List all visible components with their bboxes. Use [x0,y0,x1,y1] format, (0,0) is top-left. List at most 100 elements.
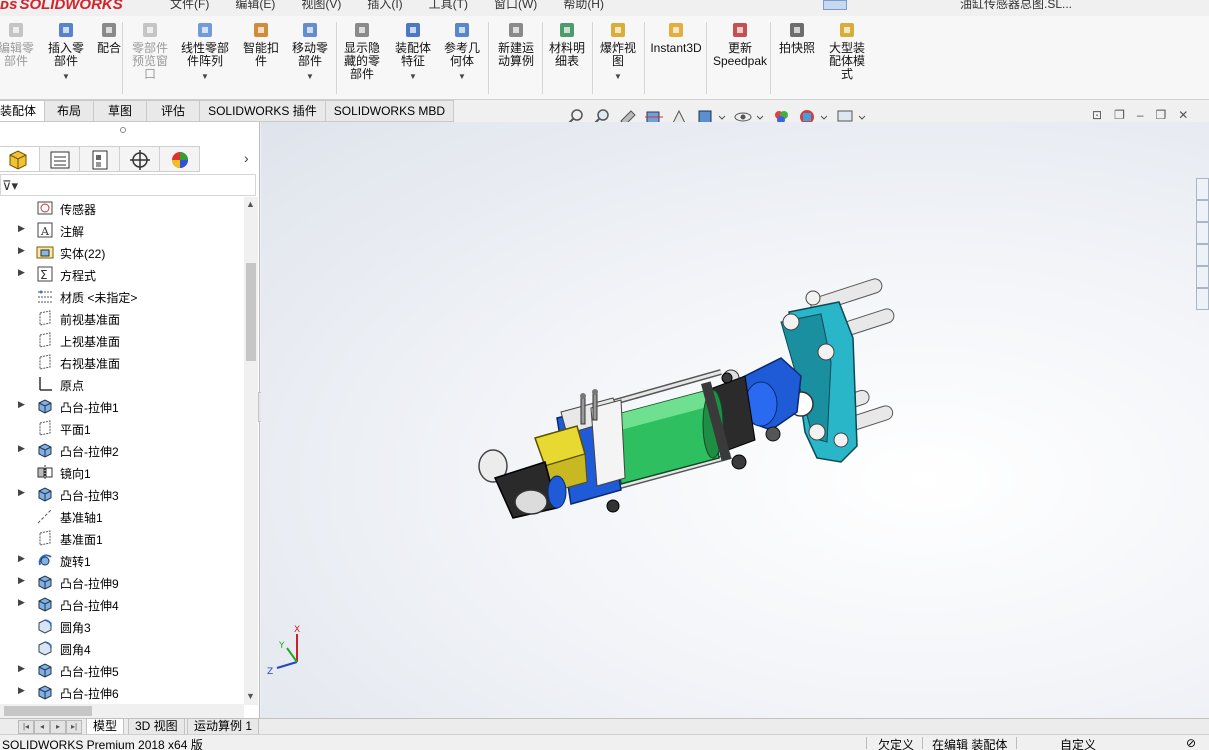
tree-node[interactable]: 上视基准面 [0,329,244,351]
tree-node[interactable]: 基准轴1 [0,505,244,527]
bom-button[interactable]: 材料明 细表 [546,20,588,68]
instant3d-button[interactable]: Instant3D [648,20,704,55]
tree-node[interactable]: ▶ Σ 方程式 [0,263,244,285]
last-tab-icon[interactable]: ▸| [66,720,82,734]
menu-edit[interactable]: 编辑(E) [235,0,275,12]
tab-motion-study-1[interactable]: 运动算例 1 [187,719,260,735]
menu-file[interactable]: 文件(F) [170,0,209,12]
tree-node[interactable]: 镜向1 [0,461,244,483]
dimxpertmanager-tab[interactable] [120,146,160,172]
expand-arrow-icon[interactable]: ▶ [18,245,25,256]
featuremanager-tab[interactable] [0,146,40,172]
app-logo[interactable]: ᴅs SOLIDWORKS [0,0,123,13]
task-pane-custom-properties-icon[interactable] [1196,288,1209,310]
task-pane-resources-icon[interactable] [1196,178,1209,200]
panel-split-handle[interactable] [120,127,126,133]
mate-button[interactable]: 配合 [94,20,124,55]
smart-fastener-button[interactable]: 智能扣 件 [240,20,282,68]
tree-node[interactable]: 传感器 [0,197,244,219]
tree-node[interactable]: ▶ 凸台-拉伸1 [0,395,244,417]
insert-component-button[interactable]: 插入零 部件 ▼ [44,20,88,83]
large-assembly-button[interactable]: 大型装 配体模 式 [824,20,870,81]
tab-sketch[interactable]: 草图 [94,100,148,122]
scroll-up-icon[interactable]: ▲ [246,199,255,209]
tab-model[interactable]: 模型 [86,719,125,735]
expand-arrow-icon[interactable]: ▶ [18,399,25,410]
tree-vertical-scrollbar[interactable]: ▲ ▼ [244,197,258,705]
tab-layout[interactable]: 布局 [45,100,95,122]
next-tab-icon[interactable]: ▸ [50,720,66,734]
tree-node[interactable]: ▶ 凸台-拉伸5 [0,659,244,681]
expand-panel-icon[interactable]: ❐ [1114,108,1125,122]
exploded-view-button[interactable]: 爆炸视 图 ▼ [598,20,638,83]
filter-icon[interactable]: ⊽▾ [2,178,18,194]
graphics-area[interactable]: X Y Z [261,122,1209,718]
chevron-down-icon[interactable]: ▼ [44,70,88,83]
tree-node[interactable]: 右视基准面 [0,351,244,373]
first-tab-icon[interactable]: |◂ [18,720,34,734]
menu-tools[interactable]: 工具(T) [429,0,468,12]
assembly-model[interactable]: X Y Z [261,122,1209,718]
component-preview-button[interactable]: 零部件 预览窗 口 [128,20,172,81]
task-pane-design-library-icon[interactable] [1196,200,1209,222]
tree-node[interactable]: 原点 [0,373,244,395]
chevron-down-icon[interactable]: ▼ [288,70,332,83]
task-pane-view-palette-icon[interactable] [1196,244,1209,266]
reference-geometry-button[interactable]: 参考几 何体 ▼ [442,20,482,83]
restore-panel-icon[interactable]: ⊡ [1092,108,1102,122]
tree-filter-bar[interactable]: ⊽▾ [0,174,256,196]
assembly-feature-button[interactable]: 装配体 特征 ▼ [392,20,434,83]
expand-arrow-icon[interactable]: ▶ [18,553,25,564]
tree-node[interactable]: ▶ 实体(22) [0,241,244,263]
tree-node[interactable]: 圆角3 [0,615,244,637]
tree-node[interactable]: 圆角4 [0,637,244,659]
snapshot-button[interactable]: 拍快照 [776,20,818,55]
expand-arrow-icon[interactable]: ▶ [18,443,25,454]
move-component-button[interactable]: 移动零 部件 ▼ [288,20,332,83]
tree-horizontal-scrollbar[interactable] [0,704,244,718]
new-motion-study-button[interactable]: 新建运 动算例 [494,20,538,68]
expand-arrow-icon[interactable]: ▶ [18,223,25,234]
more-tabs-chevron-icon[interactable]: › [244,150,249,166]
tree-node[interactable]: ▶ 凸台-拉伸6 [0,681,244,703]
scroll-thumb[interactable] [246,263,256,361]
tree-node[interactable]: 前视基准面 [0,307,244,329]
edit-component-button[interactable]: 编辑零 部件 [0,20,36,68]
linear-pattern-button[interactable]: 线性零部 件阵列 ▼ [178,20,232,83]
tree-node[interactable]: ▶ 凸台-拉伸4 [0,593,244,615]
tab-solidworks-mbd[interactable]: SOLIDWORKS MBD [325,100,455,122]
show-hidden-button[interactable]: 显示隐 藏的零 部件 [340,20,384,81]
menu-view[interactable]: 视图(V) [301,0,341,12]
prev-tab-icon[interactable]: ◂ [34,720,50,734]
menu-window[interactable]: 窗口(W) [494,0,537,12]
unit-system[interactable]: 自定义 [1060,736,1096,750]
chevron-down-icon[interactable]: ▼ [178,70,232,83]
menu-help[interactable]: 帮助(H) [563,0,604,12]
menu-insert[interactable]: 插入(I) [367,0,402,12]
speedpak-button[interactable]: 更新 Speedpak [712,20,768,68]
tree-node[interactable]: 基准面1 [0,527,244,549]
tile-icon[interactable]: ❐ [1156,108,1167,122]
task-pane-appearances-icon[interactable] [1196,266,1209,288]
tree-node[interactable]: ▶ A 注解 [0,219,244,241]
chevron-down-icon[interactable]: ▼ [598,70,638,83]
task-pane-file-explorer-icon[interactable] [1196,222,1209,244]
hscroll-thumb[interactable] [4,706,92,716]
minimize-icon[interactable]: – [1137,108,1144,122]
tree-node[interactable]: 材质 <未指定> [0,285,244,307]
close-icon[interactable]: ✕ [1178,108,1188,122]
chevron-down-icon[interactable]: ▼ [442,70,482,83]
tree-node[interactable]: ▶ 凸台-拉伸3 [0,483,244,505]
expand-arrow-icon[interactable]: ▶ [18,663,25,674]
displaymanager-tab[interactable] [160,146,200,172]
expand-arrow-icon[interactable]: ▶ [18,487,25,498]
tree-node[interactable]: ▶ 凸台-拉伸9 [0,571,244,593]
tree-node[interactable]: ▶ 旋转1 [0,549,244,571]
tab-solidworks-addins[interactable]: SOLIDWORKS 插件 [200,100,326,122]
expand-arrow-icon[interactable]: ▶ [18,267,25,278]
configurationmanager-tab[interactable] [80,146,120,172]
select-pointer-button[interactable] [823,0,847,10]
scroll-down-icon[interactable]: ▼ [246,691,255,701]
chevron-down-icon[interactable]: ▼ [392,70,434,83]
expand-arrow-icon[interactable]: ▶ [18,575,25,586]
